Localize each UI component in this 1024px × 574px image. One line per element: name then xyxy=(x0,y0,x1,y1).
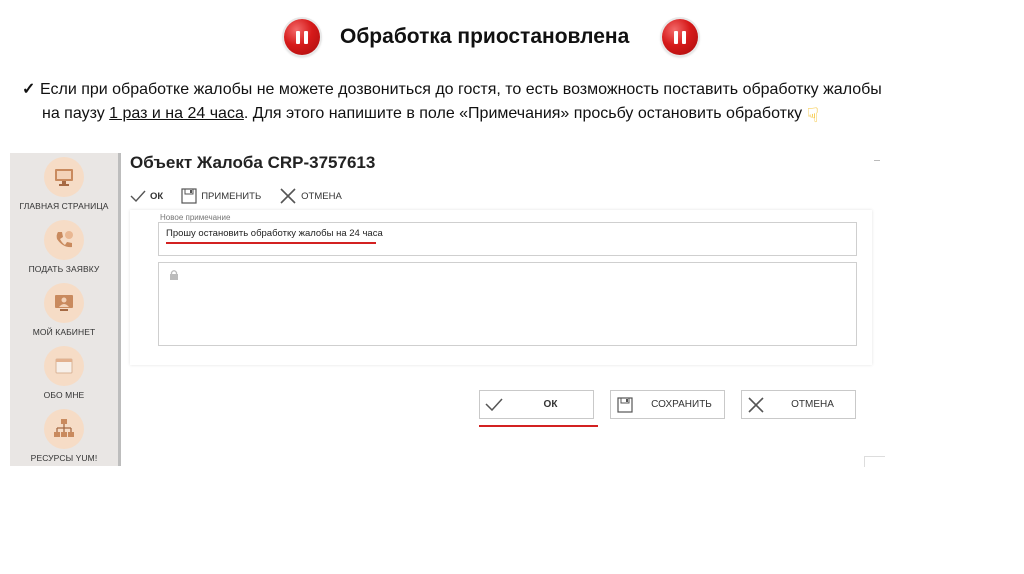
check-icon xyxy=(130,190,146,202)
ok-button-label: ОК xyxy=(543,399,558,410)
pause-icon-right xyxy=(662,19,698,55)
sidebar-item-request[interactable]: ПОДАТЬ ЗАЯВКУ xyxy=(10,220,118,274)
toolbar-ok-label: ОК xyxy=(150,190,164,202)
object-title: Объект Жалоба CRP-3757613 xyxy=(130,153,376,172)
note-highlight-underline xyxy=(166,242,376,244)
save-button-label: СОХРАНИТЬ xyxy=(651,399,712,410)
sidebar-item-resources[interactable]: РЕСУРСЫ YUM! xyxy=(10,409,118,463)
network-icon xyxy=(44,409,84,449)
new-note-value: Прошу остановить обработку жалобы на 24 … xyxy=(166,228,383,239)
toolbar-cancel-button[interactable]: ОТМЕНА xyxy=(279,187,342,205)
cancel-button-label: ОТМЕНА xyxy=(791,399,834,410)
note-label: Новое примечание xyxy=(160,213,231,222)
sidebar-item-label: ПОДАТЬ ЗАЯВКУ xyxy=(28,264,100,274)
ok-button[interactable]: ОК xyxy=(479,390,594,419)
intro-text: ✓ Если при обработке жалобы не можете доз… xyxy=(22,78,1002,128)
slide-title: Обработка приостановлена xyxy=(340,25,630,48)
save-button[interactable]: СОХРАНИТЬ xyxy=(610,390,725,419)
sidebar-item-label: РЕСУРСЫ YUM! xyxy=(30,453,98,463)
sidebar-item-home[interactable]: ГЛАВНАЯ СТРАНИЦА xyxy=(10,157,118,211)
intro-line-2-pre: на паузу xyxy=(42,105,110,122)
pause-icon-left xyxy=(284,19,320,55)
sidebar-divider xyxy=(118,153,121,466)
intro-line-2-underlined: 1 раз и на 24 часа xyxy=(109,105,244,122)
sidebar-item-about[interactable]: ОБО МНЕ xyxy=(10,346,118,400)
sidebar: ГЛАВНАЯ СТРАНИЦА ПОДАТЬ ЗАЯВКУ МОЙ КАБИН… xyxy=(10,153,118,466)
sidebar-item-label: МОЙ КАБИНЕТ xyxy=(32,327,96,337)
cancel-button[interactable]: ОТМЕНА xyxy=(741,390,856,419)
close-icon xyxy=(742,396,770,414)
save-icon xyxy=(181,188,197,204)
toolbar-apply-button[interactable]: ПРИМЕНИТЬ xyxy=(181,188,261,204)
toolbar: ОК ПРИМЕНИТЬ ОТМЕНА xyxy=(130,187,342,205)
toolbar-apply-label: ПРИМЕНИТЬ xyxy=(201,190,262,202)
check-icon: ✓ xyxy=(22,81,36,98)
intro-line-1: Если при обработке жалобы не можете дозв… xyxy=(40,81,882,98)
divider xyxy=(864,456,885,467)
sidebar-item-label: ОБО МНЕ xyxy=(43,390,85,400)
intro-line-2-post: . Для этого напишите в поле «Примечания»… xyxy=(243,105,803,122)
monitor-icon xyxy=(44,157,84,197)
calendar-icon xyxy=(44,346,84,386)
lock-icon xyxy=(169,268,179,286)
phone-icon xyxy=(44,220,84,260)
close-icon xyxy=(280,188,296,204)
ok-highlight-underline xyxy=(479,425,598,427)
pointing-hand-icon: ☟ xyxy=(806,105,819,127)
sidebar-item-label: ГЛАВНАЯ СТРАНИЦА xyxy=(19,201,109,211)
notes-history-area[interactable] xyxy=(158,262,857,346)
toolbar-ok-button[interactable]: ОК xyxy=(130,190,163,202)
toolbar-cancel-label: ОТМЕНА xyxy=(301,190,342,202)
divider xyxy=(874,160,880,161)
sidebar-item-cabinet[interactable]: МОЙ КАБИНЕТ xyxy=(10,283,118,337)
check-icon xyxy=(480,398,508,411)
save-icon xyxy=(611,396,639,413)
user-screen-icon xyxy=(44,283,84,323)
